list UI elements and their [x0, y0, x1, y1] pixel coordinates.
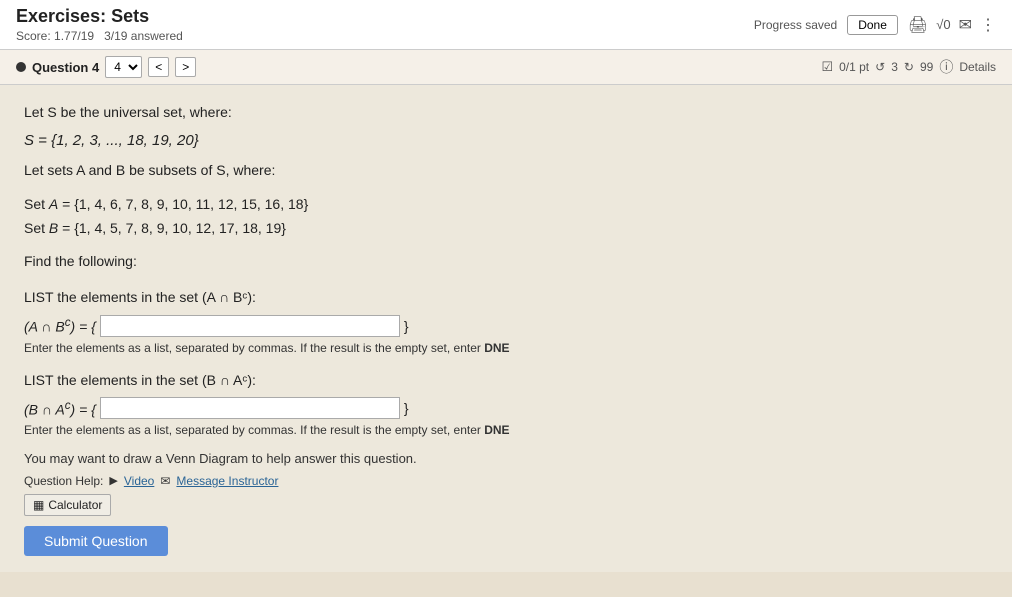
venn-suggestion: You may want to draw a Venn Diagram to h… [24, 451, 988, 466]
page-title: Exercises: Sets [16, 6, 183, 27]
input1-prefix: (A ∩ Bc) = { [24, 316, 96, 335]
score-value: Score: 1.77/19 [16, 29, 94, 43]
top-bar-left: Exercises: Sets Score: 1.77/19 3/19 answ… [16, 6, 183, 43]
problem-line2: S = {1, 2, 3, ..., 18, 19, 20} [24, 129, 988, 153]
input2-row: (B ∩ Ac) = { } [24, 397, 988, 419]
question-status-dot [16, 62, 26, 72]
hint2-text: Enter the elements as a list, separated … [24, 423, 988, 437]
answered-count: 3/19 answered [104, 29, 183, 43]
details-link[interactable]: Details [959, 60, 996, 74]
video-icon: ▶ [109, 474, 117, 487]
prev-question-button[interactable]: < [148, 57, 169, 77]
question-label: Question 4 [32, 60, 99, 75]
problem-statement: Let S be the universal set, where: S = {… [24, 101, 988, 182]
problem-line1: Let S be the universal set, where: [24, 101, 988, 123]
mail-icon[interactable]: ✉ [959, 15, 972, 35]
top-icons: 🖨 √0 ✉ ⋮ [908, 15, 996, 35]
list2-section: LIST the elements in the set (B ∩ Aᶜ): (… [24, 369, 988, 437]
next-question-button[interactable]: > [175, 57, 196, 77]
retry-icon: ↺ [875, 60, 885, 74]
question-dropdown[interactable]: 4 [105, 56, 142, 78]
problem-line3: Let sets A and B be subsets of S, where: [24, 159, 988, 181]
done-button[interactable]: Done [847, 15, 898, 35]
top-bar-right: Progress saved Done 🖨 √0 ✉ ⋮ [754, 15, 996, 35]
input1-suffix: } [404, 318, 409, 334]
video-link[interactable]: Video [124, 474, 154, 488]
set-definitions: Set A = {1, 4, 6, 7, 8, 9, 10, 11, 12, 1… [24, 196, 988, 236]
sqrt-icon[interactable]: √0 [936, 17, 950, 32]
more-icon[interactable]: ⋮ [980, 15, 996, 35]
top-bar: Exercises: Sets Score: 1.77/19 3/19 answ… [0, 0, 1012, 50]
retries-count: 3 [891, 60, 898, 74]
list2-label: LIST the elements in the set (B ∩ Aᶜ): [24, 369, 988, 391]
checkbox-icon: ☑ [821, 59, 833, 75]
find-following: Find the following: [24, 250, 988, 272]
set-a-definition: Set A = {1, 4, 6, 7, 8, 9, 10, 11, 12, 1… [24, 196, 988, 212]
message-instructor-link[interactable]: Message Instructor [176, 474, 278, 488]
find-label: Find the following: [24, 250, 988, 272]
mail-help-icon: ✉ [160, 474, 170, 488]
hint1-text: Enter the elements as a list, separated … [24, 341, 988, 355]
answer-input-2[interactable] [100, 397, 400, 419]
input2-prefix: (B ∩ Ac) = { [24, 399, 96, 418]
score-info: Score: 1.77/19 3/19 answered [16, 29, 183, 43]
list1-section: LIST the elements in the set (A ∩ Bᶜ): (… [24, 286, 988, 354]
info-icon: ⓘ [939, 57, 953, 77]
points-label: 0/1 pt [839, 60, 869, 74]
calculator-label: Calculator [48, 498, 102, 512]
calculator-icon: ▦ [33, 498, 44, 512]
question-nav: Question 4 4 < > ☑ 0/1 pt ↺ 3 ↻ 99 ⓘ Det… [0, 50, 1012, 85]
question-nav-left: Question 4 4 < > [16, 56, 196, 78]
calculator-button[interactable]: ▦ Calculator [24, 494, 111, 516]
help-label: Question Help: [24, 474, 103, 488]
progress-saved-label: Progress saved [754, 18, 837, 32]
input1-row: (A ∩ Bc) = { } [24, 315, 988, 337]
list1-label: LIST the elements in the set (A ∩ Bᶜ): [24, 286, 988, 308]
set-b-definition: Set B = {1, 4, 5, 7, 8, 9, 10, 12, 17, 1… [24, 220, 988, 236]
question-help: Question Help: ▶ Video ✉ Message Instruc… [24, 474, 988, 488]
main-content: Let S be the universal set, where: S = {… [0, 85, 1012, 572]
submissions-count: 99 [920, 60, 933, 74]
input2-suffix: } [404, 400, 409, 416]
question-nav-right: ☑ 0/1 pt ↺ 3 ↻ 99 ⓘ Details [821, 57, 996, 77]
submission-icon: ↻ [904, 60, 914, 74]
print-icon[interactable]: 🖨 [908, 15, 928, 35]
submit-button[interactable]: Submit Question [24, 526, 168, 556]
answer-input-1[interactable] [100, 315, 400, 337]
